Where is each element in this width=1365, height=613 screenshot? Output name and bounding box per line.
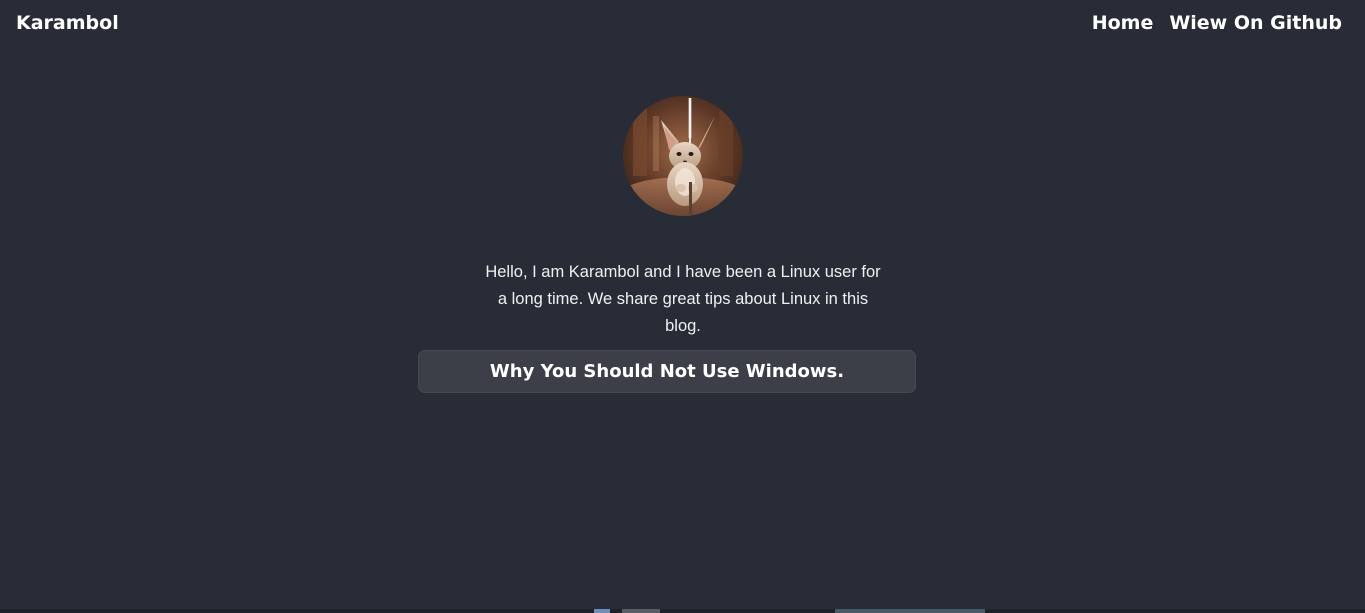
- strip-segment: [622, 609, 660, 613]
- bottom-edge-strip: [0, 609, 1365, 613]
- brand-link[interactable]: Karambol: [16, 10, 119, 36]
- main-nav: Home Wiew On Github: [1092, 10, 1342, 36]
- post-card[interactable]: Why You Should Not Use Windows.: [418, 350, 916, 393]
- intro-text: Hello, I am Karambol and I have been a L…: [485, 262, 881, 335]
- avatar: [623, 96, 743, 216]
- nav-github-link[interactable]: Wiew On Github: [1169, 10, 1342, 36]
- strip-segment: [594, 609, 610, 613]
- post-title: Why You Should Not Use Windows.: [489, 360, 845, 382]
- fennec-fox-avatar-icon: [623, 96, 743, 216]
- strip-segment: [835, 609, 985, 613]
- top-navbar: Karambol Home Wiew On Github: [0, 0, 1365, 46]
- nav-home-link[interactable]: Home: [1092, 10, 1154, 36]
